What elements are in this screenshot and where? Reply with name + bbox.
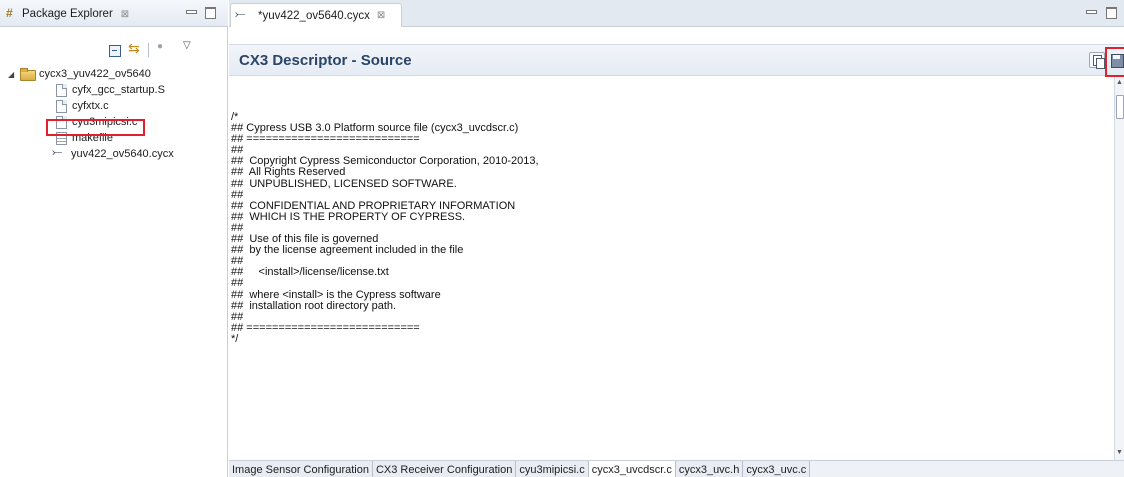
package-explorer-toolbar [108, 40, 195, 58]
page-title: CX3 Descriptor - Source [239, 52, 412, 69]
tree-file-item[interactable]: cyfx_gcc_startup.S [0, 82, 228, 98]
focus-on-active-task-icon[interactable] [155, 41, 169, 57]
file-name: yuv422_ov5640.cycx [71, 148, 174, 160]
editor-page-tabs: Image Sensor Configuration CX3 Receiver C… [229, 460, 1124, 477]
project-node[interactable]: ◢ cycx3_yuv422_ov5640 [0, 66, 228, 82]
source-line: ## [231, 277, 244, 290]
editor-tabbar: *yuv422_ov5640.cycx ⊠ [229, 0, 1124, 27]
minimize-view-icon[interactable] [185, 5, 197, 17]
package-explorer-tabbar: Package Explorer ⊠ [0, 0, 228, 27]
page-tab[interactable]: cycx3_uvcdscr.c [588, 461, 676, 477]
minimize-editor-icon[interactable] [1085, 5, 1097, 17]
source-line: */ [231, 332, 239, 345]
file-name: cyfxtx.c [72, 100, 109, 112]
cycx-config-icon [52, 144, 67, 160]
project-folder-icon [20, 68, 36, 81]
page-tab[interactable]: cyu3mipicsi.c [516, 461, 589, 477]
source-line: ## WHICH IS THE PROPERTY OF CYPRESS. [231, 210, 466, 223]
source-line: ## by the license agreement included in … [231, 244, 464, 257]
page-tab[interactable]: CX3 Receiver Configuration [372, 461, 517, 477]
source-line: ## where <install> is the Cypress softwa… [231, 288, 441, 301]
tree-file-item[interactable]: yuv422_ov5640.cycx [0, 144, 228, 162]
project-name: cycx3_yuv422_ov5640 [39, 68, 151, 80]
close-tab-icon[interactable]: ⊠ [121, 9, 129, 20]
source-editor[interactable]: /* ## Cypress USB 3.0 Platform source fil… [229, 77, 1115, 460]
file-icon [56, 83, 67, 97]
view-menu-icon[interactable] [181, 40, 195, 57]
page-tab[interactable]: Image Sensor Configuration [229, 461, 373, 477]
editor-area: *yuv422_ov5640.cycx ⊠ CX3 Descriptor - S… [229, 0, 1124, 477]
source-line: ## =========================== [231, 133, 420, 146]
tree-file-item[interactable]: cyfxtx.c [0, 98, 228, 114]
editor-tab-yuv422-cycx[interactable]: *yuv422_ov5640.cycx ⊠ [230, 3, 402, 27]
source-code-text[interactable]: /* ## Cypress USB 3.0 Platform source fil… [231, 111, 539, 345]
file-highlight-box [46, 119, 145, 136]
vertical-scrollbar[interactable]: ▲ ▼ [1114, 77, 1124, 460]
file-icon [56, 99, 67, 113]
page-tab[interactable]: cycx3_uvc.h [675, 461, 744, 477]
editor-tab-label: *yuv422_ov5640.cycx [258, 9, 370, 22]
toolbar-separator [148, 43, 149, 57]
source-line: ## UNPUBLISHED, LICENSED SOFTWARE. [231, 177, 457, 190]
scroll-up-arrow-icon[interactable]: ▲ [1116, 79, 1123, 86]
descriptor-header: CX3 Descriptor - Source [229, 44, 1124, 76]
source-line: ## All Rights Reserved [231, 166, 346, 179]
package-explorer-tab[interactable]: Package Explorer ⊠ [6, 5, 129, 23]
package-explorer-icon [6, 6, 17, 20]
maximize-editor-icon[interactable] [1105, 5, 1117, 19]
source-line: ## <install>/license/license.txt [231, 266, 389, 279]
link-with-editor-icon[interactable] [128, 40, 142, 57]
page-tab[interactable]: cycx3_uvc.c [743, 461, 811, 477]
source-line: ## installation root directory path. [231, 299, 397, 312]
cycx-config-icon [235, 6, 250, 22]
package-explorer-tab-label: Package Explorer [22, 8, 113, 20]
scrollbar-thumb[interactable] [1116, 95, 1124, 119]
copy-icon[interactable] [1089, 52, 1105, 69]
save-highlight-box [1105, 47, 1124, 77]
source-line: ## =========================== [231, 321, 420, 334]
package-explorer-view: Package Explorer ⊠ ◢ cycx3_yuv422_ov5640… [0, 0, 228, 477]
file-name: cyfx_gcc_startup.S [72, 84, 165, 96]
collapse-all-icon[interactable] [108, 43, 122, 57]
close-tab-icon[interactable]: ⊠ [377, 10, 385, 21]
maximize-view-icon[interactable] [204, 5, 216, 19]
project-tree: ◢ cycx3_yuv422_ov5640 cyfx_gcc_startup.S… [0, 66, 228, 162]
scroll-down-arrow-icon[interactable]: ▼ [1116, 449, 1123, 456]
expand-twisty-icon[interactable]: ◢ [8, 70, 18, 79]
